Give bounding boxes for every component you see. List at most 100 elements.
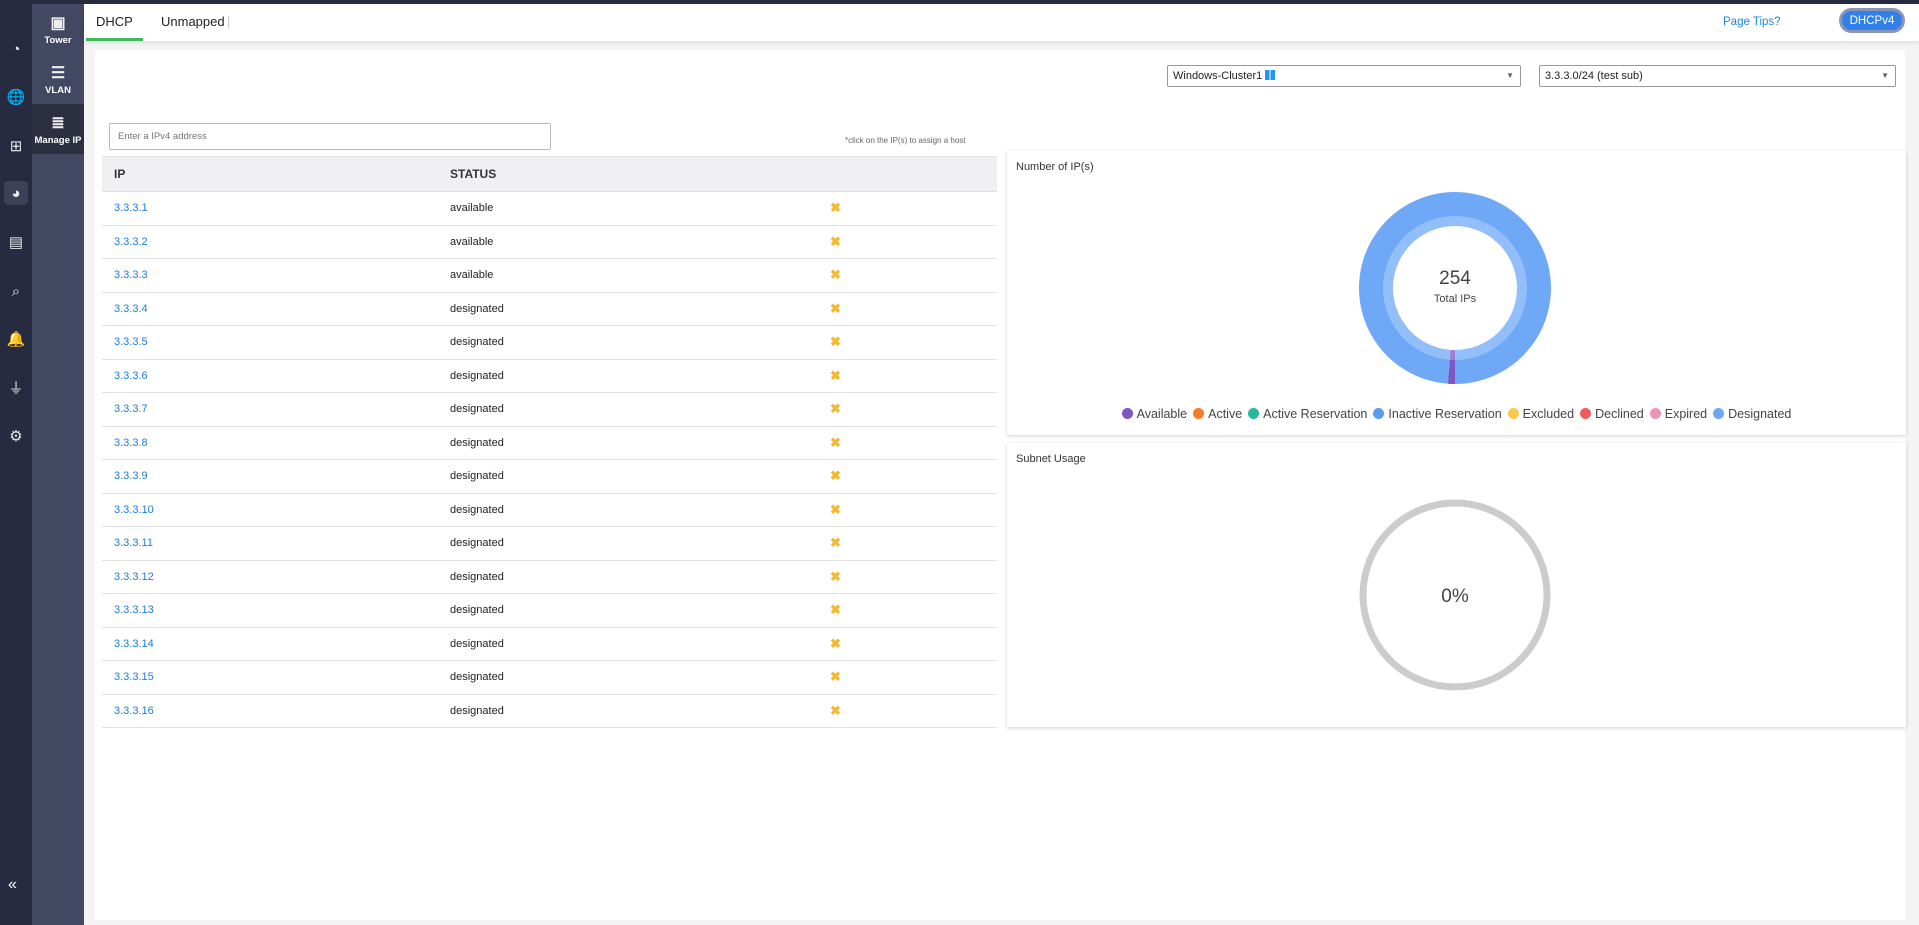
subnav-label: VLAN: [45, 84, 71, 96]
ip-link[interactable]: 3.3.3.16: [102, 705, 450, 717]
table-row: 3.3.3.7 designated ✖: [102, 393, 997, 427]
tools-icon[interactable]: ✖: [830, 502, 841, 517]
tools-icon[interactable]: ✖: [830, 602, 841, 617]
legend-label: Active Reservation: [1263, 407, 1368, 421]
ip-status: designated: [450, 537, 504, 550]
ip-link[interactable]: 3.3.3.3: [102, 269, 450, 281]
legend-item[interactable]: Active Reservation: [1248, 407, 1367, 421]
ip-link[interactable]: 3.3.3.13: [102, 604, 450, 616]
ip-link[interactable]: 3.3.3.1: [102, 202, 450, 214]
tab-unmapped[interactable]: Unmapped: [161, 14, 225, 29]
legend-item[interactable]: Designated: [1713, 407, 1791, 421]
legend-label: Designated: [1728, 407, 1792, 421]
legend-item[interactable]: Expired: [1649, 407, 1707, 421]
table-row: 3.3.3.12 designated ✖: [102, 561, 997, 594]
tools-icon[interactable]: ✖: [830, 401, 841, 416]
collapse-sidebar-icon[interactable]: «: [8, 876, 17, 894]
tools-icon[interactable]: ✖: [830, 669, 841, 684]
search-analytics-icon[interactable]: ⌕: [4, 279, 28, 303]
ip-link[interactable]: 3.3.3.11: [102, 537, 450, 549]
tools-icon[interactable]: ✖: [830, 234, 841, 249]
tools-icon[interactable]: ✖: [830, 200, 841, 215]
ip-link[interactable]: 3.3.3.9: [102, 470, 450, 482]
table-row: 3.3.3.16 designated ✖: [102, 695, 997, 728]
network-tree-icon[interactable]: ⊞: [4, 134, 28, 158]
tools-icon[interactable]: ✖: [830, 334, 841, 349]
table-header: IP STATUS: [102, 157, 997, 192]
legend-dot-icon: [1193, 408, 1205, 419]
legend-item[interactable]: Declined: [1580, 407, 1644, 421]
ipam-chart-icon[interactable]: ◕: [4, 181, 28, 205]
dns-globe-icon[interactable]: 🌐: [4, 85, 28, 109]
table-row: 3.3.3.15 designated ✖: [102, 661, 997, 695]
total-ips-label: Total IPs: [1434, 293, 1477, 305]
tools-icon[interactable]: ✖: [830, 435, 841, 450]
legend-item[interactable]: Excluded: [1507, 407, 1575, 421]
ip-link[interactable]: 3.3.3.10: [102, 504, 450, 516]
column-status: STATUS: [450, 167, 497, 181]
plug-icon[interactable]: ⏚: [4, 375, 28, 399]
tools-icon[interactable]: ✖: [830, 368, 841, 383]
tools-icon[interactable]: ✖: [830, 569, 841, 584]
legend-dot-icon: [1121, 408, 1133, 419]
tools-icon[interactable]: ✖: [830, 636, 841, 651]
ip-link[interactable]: 3.3.3.8: [102, 437, 450, 449]
ip-link[interactable]: 3.3.3.5: [102, 336, 450, 348]
tab-dhcp[interactable]: DHCP: [86, 14, 143, 41]
tools-icon[interactable]: ✖: [830, 267, 841, 282]
tools-icon[interactable]: ✖: [830, 468, 841, 483]
ip-status: designated: [450, 604, 504, 617]
ip-status: designated: [450, 302, 504, 315]
ip-count-chart-card: Number of IP(s) 254 Total IPs Available A…: [1007, 151, 1906, 435]
legend-dot-icon: [1713, 408, 1725, 419]
legend-item[interactable]: Inactive Reservation: [1373, 407, 1502, 421]
ip-link[interactable]: 3.3.3.14: [102, 638, 450, 650]
tools-icon[interactable]: ✖: [830, 703, 841, 718]
table-row: 3.3.3.6 designated ✖: [102, 360, 997, 393]
ip-link[interactable]: 3.3.3.12: [102, 571, 450, 583]
ip-link[interactable]: 3.3.3.15: [102, 671, 450, 683]
ipv4-search-input[interactable]: [109, 123, 551, 150]
server-shield-icon[interactable]: ▤: [4, 230, 28, 254]
subnav-item-vlan[interactable]: ☰ VLAN: [32, 54, 84, 104]
dhcpv4-toggle-button[interactable]: DHCPv4: [1839, 8, 1905, 33]
cluster-select[interactable]: Windows-Cluster1 ▼: [1167, 65, 1521, 87]
table-row: 3.3.3.10 designated ✖: [102, 494, 997, 527]
table-row: 3.3.3.13 designated ✖: [102, 594, 997, 628]
table-row: 3.3.3.4 designated ✖: [102, 293, 997, 326]
subnet-usage-card: Subnet Usage 0%: [1007, 443, 1906, 727]
legend-label: Excluded: [1522, 407, 1575, 421]
subnav-item-tower[interactable]: ▣ Tower: [32, 4, 84, 54]
tools-icon[interactable]: ✖: [830, 535, 841, 550]
settings-gear-icon[interactable]: ⚙: [4, 424, 28, 448]
ip-status: designated: [450, 671, 504, 684]
ip-link[interactable]: 3.3.3.2: [102, 236, 450, 248]
legend-item[interactable]: Available: [1121, 407, 1187, 421]
ip-status: designated: [450, 470, 504, 483]
page-tips-link[interactable]: Page Tips?: [1723, 16, 1781, 28]
ip-status: available: [450, 235, 494, 248]
tools-icon[interactable]: ✖: [830, 301, 841, 316]
sub-navigation: ▣ Tower ☰ VLAN ≣ Manage IP: [32, 4, 84, 925]
ip-link[interactable]: 3.3.3.4: [102, 303, 450, 315]
dashboard-icon[interactable]: ◔: [4, 37, 28, 61]
table-row: 3.3.3.2 available ✖: [102, 226, 997, 259]
column-ip: IP: [114, 167, 126, 181]
table-row: 3.3.3.3 available ✖: [102, 259, 997, 293]
legend-dot-icon: [1248, 408, 1260, 419]
page-header: DHCP | Unmapped Page Tips? DHCPv4: [84, 4, 1919, 41]
ip-link[interactable]: 3.3.3.7: [102, 403, 450, 415]
legend-item[interactable]: Active: [1193, 407, 1242, 421]
ip-table: IP STATUS 3.3.3.1 available ✖ 3.3.3.2 availa…: [102, 156, 997, 728]
ip-status: designated: [450, 570, 504, 583]
bell-icon[interactable]: 🔔: [4, 327, 28, 351]
legend-label: Inactive Reservation: [1388, 407, 1502, 421]
subnav-item-manage-ip[interactable]: ≣ Manage IP: [32, 104, 84, 154]
table-row: 3.3.3.11 designated ✖: [102, 527, 997, 561]
ip-donut-chart: 254 Total IPs: [1359, 192, 1551, 384]
usage-percent: 0%: [1441, 586, 1469, 607]
subnet-select[interactable]: 3.3.3.0/24 (test sub) ▼: [1539, 65, 1896, 87]
legend-dot-icon: [1580, 408, 1592, 419]
ip-status: available: [450, 269, 494, 282]
ip-link[interactable]: 3.3.3.6: [102, 370, 450, 382]
